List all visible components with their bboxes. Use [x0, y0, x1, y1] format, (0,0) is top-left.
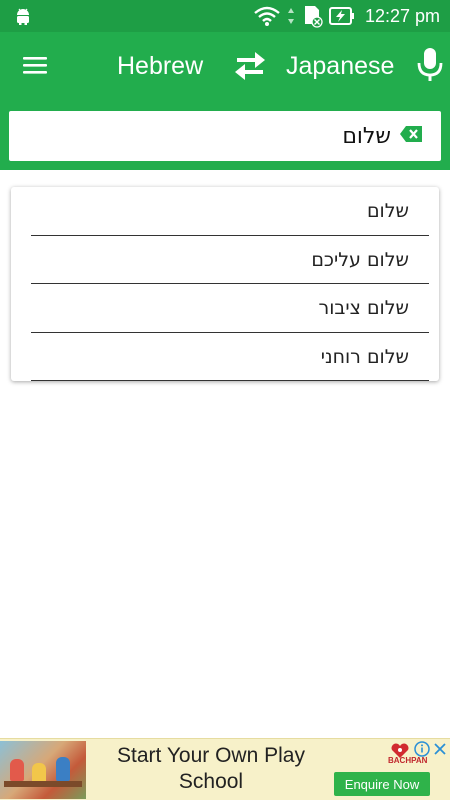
suggestion-item[interactable]: שלום [11, 187, 439, 236]
suggestion-list: שלום שלום עליכם שלום ציבור שלום רוחני [11, 187, 439, 381]
target-language-button[interactable]: Japanese [286, 52, 394, 81]
ad-title[interactable]: Start Your Own Play School [96, 743, 326, 795]
hamburger-menu-icon [22, 55, 48, 80]
ad-image[interactable] [0, 741, 86, 799]
status-bar: 12:27 pm [0, 0, 450, 32]
data-arrows-icon [287, 6, 295, 26]
divider [31, 380, 429, 381]
wifi-icon [253, 5, 281, 27]
suggestion-text: שלום [366, 200, 409, 223]
ad-info-icon[interactable] [414, 741, 430, 757]
clear-search-button[interactable] [399, 124, 423, 148]
suggestion-item[interactable]: שלום עליכם [11, 236, 439, 284]
android-icon [14, 6, 32, 26]
search-box [9, 111, 441, 161]
suggestion-item[interactable]: שלום ציבור [11, 284, 439, 333]
suggestion-text: שלום עליכם [311, 248, 409, 271]
source-language-button[interactable]: Hebrew [117, 52, 203, 81]
app-bar: Hebrew Japanese [0, 32, 450, 102]
suggestion-text: שלום ציבור [318, 297, 410, 320]
battery-charging-icon [328, 6, 355, 26]
suggestion-item[interactable]: שלום רוחני [11, 333, 439, 381]
backspace-clear-icon [399, 125, 423, 148]
search-area [0, 102, 450, 170]
voice-input-button[interactable] [410, 46, 450, 88]
status-time: 12:27 pm [364, 5, 440, 26]
menu-button[interactable] [0, 32, 70, 102]
ad-brand-name: BACHPAN [388, 756, 428, 765]
search-input[interactable] [51, 118, 391, 154]
ad-close-icon[interactable] [432, 741, 448, 757]
swap-arrows-icon [233, 50, 267, 87]
microphone-icon [417, 47, 443, 88]
ad-enquire-button[interactable]: Enquire Now [334, 772, 430, 796]
sd-card-icon [301, 4, 323, 28]
swap-languages-button[interactable] [230, 48, 270, 88]
suggestion-text: שלום רוחני [320, 345, 409, 368]
